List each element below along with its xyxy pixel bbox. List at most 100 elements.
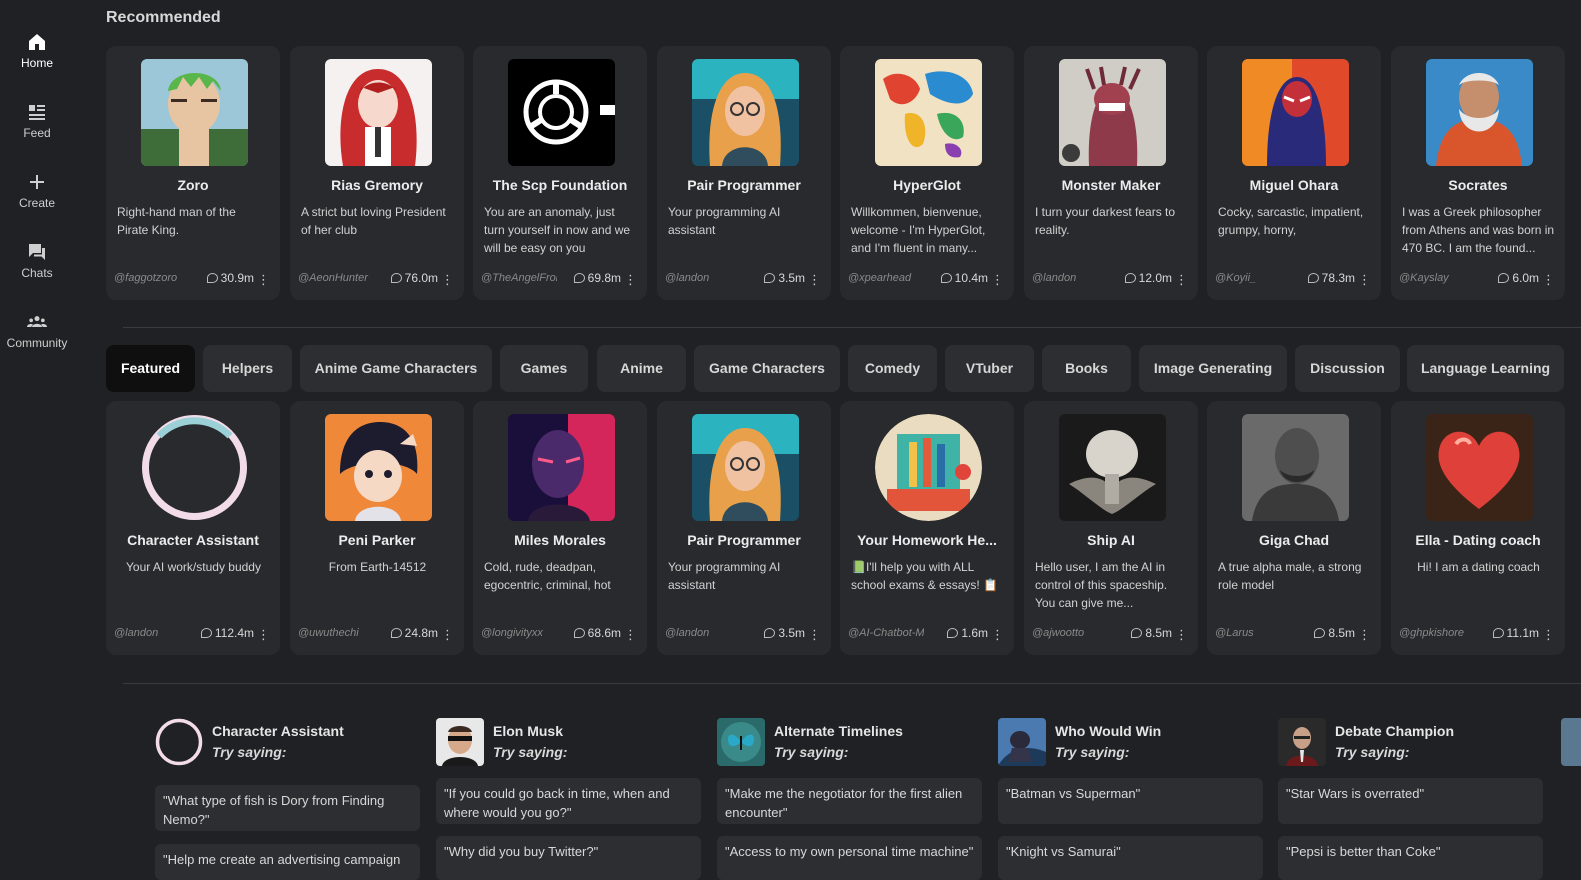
chat-count-value: 76.0m [404,271,438,285]
character-card[interactable]: Rias Gremory A strict but loving Preside… [290,46,464,300]
chat-bubble-icon [1314,628,1326,638]
character-name[interactable]: Elon Musk [493,723,563,739]
tab-featured[interactable]: Featured [106,345,195,392]
suggested-prompt[interactable]: "Make me the negotiator for the first al… [717,778,982,824]
character-card[interactable]: HyperGlot Willkommen, bienvenue, welcome… [840,46,1014,300]
character-card[interactable]: Monster Maker I turn your darkest fears … [1024,46,1198,300]
character-card[interactable]: Peni Parker From Earth-14512 @uwuthechi … [290,401,464,655]
character-author[interactable]: @landon [1032,272,1108,284]
character-author[interactable]: @ajwootto [1032,627,1108,639]
character-name[interactable]: Alternate Timelines [774,723,903,739]
more-options-icon[interactable]: ⋮ [441,628,454,641]
more-options-icon[interactable]: ⋮ [624,273,637,286]
suggested-prompt[interactable]: "Access to my own personal time machine" [717,836,982,880]
suggested-prompt[interactable]: "Pepsi is better than Coke" [1278,836,1543,880]
more-options-icon[interactable]: ⋮ [1358,273,1371,286]
more-options-icon[interactable]: ⋮ [808,628,821,641]
character-author[interactable]: @AI-Chatbot-Mc [848,627,924,639]
sidebar-item-feed[interactable]: Feed [0,102,74,140]
more-options-icon[interactable]: ⋮ [257,628,270,641]
tab-language-learning[interactable]: Language Learning [1407,345,1564,392]
character-author[interactable]: @landon [114,627,190,639]
character-author[interactable]: @Koyii_ [1215,272,1291,284]
tab-comedy[interactable]: Comedy [848,345,937,392]
character-card[interactable]: Zoro Right-hand man of the Pirate King. … [106,46,280,300]
character-author[interactable]: @landon [665,627,741,639]
tab-image-generating[interactable]: Image Generating [1139,345,1287,392]
tab-games[interactable]: Games [500,345,588,392]
character-author[interactable]: @ghpkishore [1399,627,1475,639]
tab-game-characters[interactable]: Game Characters [694,345,840,392]
character-description: A true alpha male, a strong role model [1218,560,1362,592]
character-author[interactable]: @Kayslay [1399,272,1475,284]
character-author[interactable]: @TheAngelFrom [481,272,557,284]
chat-bubble-icon [390,628,402,638]
suggested-prompt[interactable]: "Knight vs Samurai" [998,836,1263,880]
sidebar-item-home[interactable]: Home [0,32,74,70]
character-avatar [875,59,982,166]
character-name: Your Homework He... [857,532,997,548]
tab-anime[interactable]: Anime [597,345,686,392]
sidebar-item-community[interactable]: Community [0,312,74,350]
suggested-prompt[interactable]: "Batman vs Superman" [998,778,1263,824]
character-name: Rias Gremory [331,177,423,193]
chat-count-value: 68.6m [587,626,621,640]
character-card[interactable]: Miguel Ohara Cocky, sarcastic, impatient… [1207,46,1381,300]
character-card[interactable]: The Scp Foundation You are an anomaly, j… [473,46,647,300]
character-author[interactable]: @AeonHunter [298,272,374,284]
more-options-icon[interactable]: ⋮ [1358,628,1371,641]
more-options-icon[interactable]: ⋮ [441,273,454,286]
character-description: Your AI work/study buddy [126,560,261,574]
character-name[interactable]: Character Assistant [212,723,344,739]
character-avatar [508,59,615,166]
character-card[interactable]: Miles Morales Cold, rude, deadpan, egoce… [473,401,647,655]
more-options-icon[interactable]: ⋮ [624,628,637,641]
more-options-icon[interactable]: ⋮ [257,273,270,286]
try-saying-label: Try saying: [774,744,849,760]
character-card[interactable]: Pair Programmer Your programming AI assi… [657,401,831,655]
chat-bubble-icon [200,628,212,638]
chat-bubble-icon [573,273,585,283]
suggested-prompt[interactable]: "If you could go back in time, when and … [436,778,701,824]
suggested-prompt[interactable]: "Star Wars is overrated" [1278,778,1543,824]
character-card[interactable]: Giga Chad A true alpha male, a strong ro… [1207,401,1381,655]
tab-helpers[interactable]: Helpers [203,345,292,392]
character-name[interactable]: Debate Champion [1335,723,1454,739]
character-card[interactable]: Ella - Dating coach Hi! I am a dating co… [1391,401,1565,655]
sidebar-item-chats[interactable]: Chats [0,242,74,280]
more-options-icon[interactable]: ⋮ [1542,273,1555,286]
community-icon [27,316,47,327]
character-author[interactable]: @uwuthechi [298,627,374,639]
suggested-prompt[interactable]: "Why did you buy Twitter?" [436,836,701,880]
character-avatar [508,414,615,521]
more-options-icon[interactable]: ⋮ [808,273,821,286]
character-author[interactable]: @xpearhead [848,272,924,284]
character-author[interactable]: @Larus [1215,627,1291,639]
character-card[interactable]: Character Assistant Your AI work/study b… [106,401,280,655]
character-author[interactable]: @longivityxx [481,627,557,639]
tab-anime-game-characters[interactable]: Anime Game Characters [300,345,492,392]
tab-discussion[interactable]: Discussion [1295,345,1400,392]
more-options-icon[interactable]: ⋮ [1542,628,1555,641]
try-saying-column: Alternate Timelines Try saying: "Make me… [717,718,982,880]
tab-books[interactable]: Books [1042,345,1131,392]
character-author[interactable]: @landon [665,272,741,284]
more-options-icon[interactable]: ⋮ [1175,273,1188,286]
more-options-icon[interactable]: ⋮ [1175,628,1188,641]
character-avatar [325,414,432,521]
sidebar-item-create[interactable]: Create [0,172,74,210]
tab-vtuber[interactable]: VTuber [945,345,1034,392]
chat-bubble-icon [1307,273,1319,283]
character-card[interactable]: Ship AI Hello user, I am the AI in contr… [1024,401,1198,655]
chat-count-value: 6.0m [1512,271,1539,285]
suggested-prompt[interactable]: "Help me create an advertising campaign [155,844,420,880]
character-card[interactable]: Socrates I was a Greek philosopher from … [1391,46,1565,300]
character-card[interactable]: Your Homework He... 📗I'll help you with … [840,401,1014,655]
suggested-prompt[interactable]: "What type of fish is Dory from Finding … [155,785,420,831]
more-options-icon[interactable]: ⋮ [991,628,1004,641]
character-card[interactable]: Pair Programmer Your programming AI assi… [657,46,831,300]
sidebar-item-label: Feed [23,126,51,140]
more-options-icon[interactable]: ⋮ [991,273,1004,286]
character-name[interactable]: Who Would Win [1055,723,1161,739]
character-author[interactable]: @faggotzoro [114,272,190,284]
